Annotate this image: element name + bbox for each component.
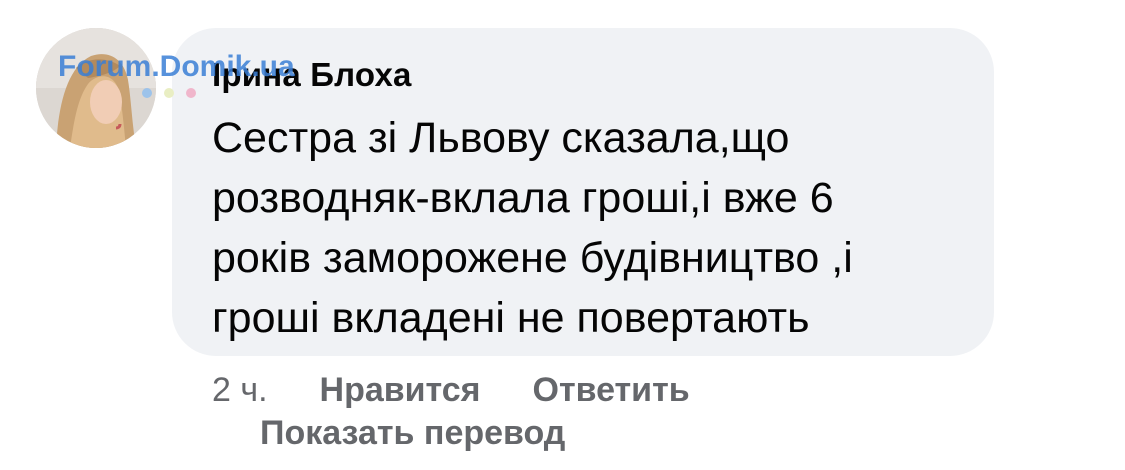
comment-line: гроші вкладені не повертають [212,294,810,342]
show-translation-link[interactable]: Показать перевод [260,414,565,453]
comment-screen: Ірина Блоха Forum.Domik.ua Сестра зі Льв… [0,0,1125,470]
comment-line: років заморожене будівництво ,і [212,234,853,282]
watermark-dot [164,88,174,98]
comment-line: розводняк-вклала гроші,і вже 6 [212,174,834,222]
comment-actions: 2 ч. Нравится Ответить [212,366,742,414]
watermark-logo: Forum.Domik.ua [58,50,295,83]
avatar-photo-icon [36,28,156,148]
comment-timestamp[interactable]: 2 ч. [212,371,268,410]
watermark-dot [186,88,196,98]
watermark-dots [142,88,196,100]
comment-body: Сестра зі Львову сказала,що розводняк-вк… [212,108,972,348]
like-button[interactable]: Нравится [320,371,481,410]
avatar[interactable] [36,28,156,148]
watermark-dot [142,88,152,98]
comment-line: Сестра зі Львову сказала,що [212,114,790,162]
reply-button[interactable]: Ответить [533,371,690,410]
